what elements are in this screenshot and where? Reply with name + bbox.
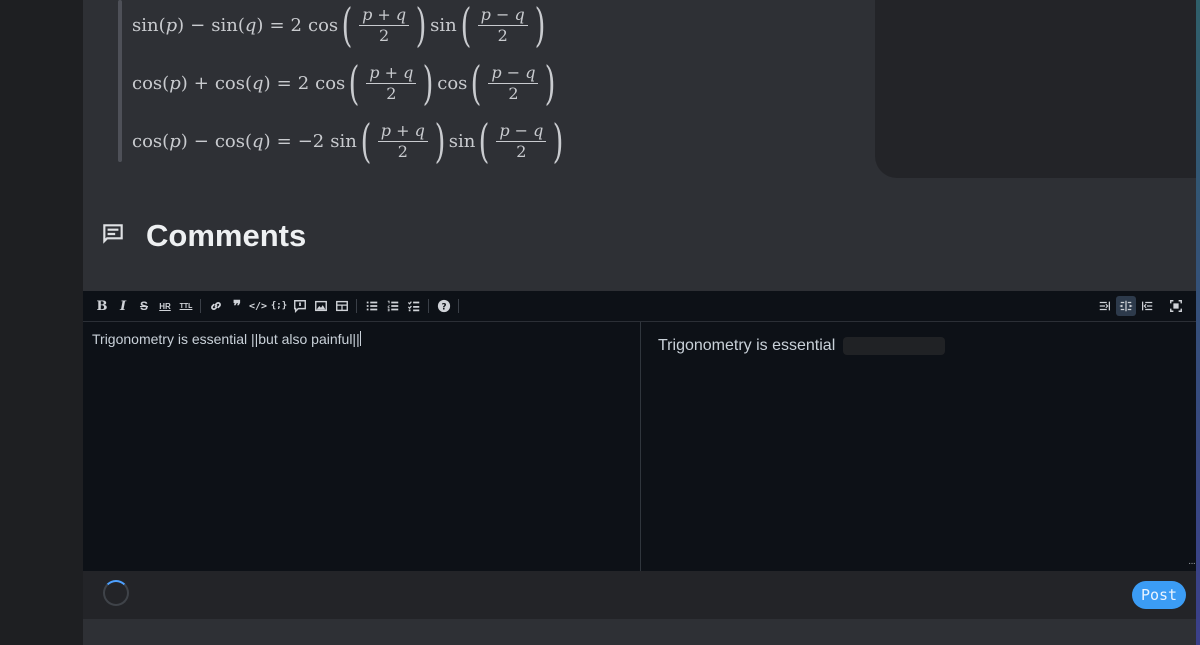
svg-text:?: ?	[441, 303, 446, 313]
comments-title: Comments	[146, 218, 307, 253]
editor-source-pane[interactable]: Trigonometry is essential ||but also pai…	[83, 322, 639, 571]
italic-button[interactable]: I	[113, 296, 133, 316]
blockquote-bar	[118, 0, 122, 162]
text-cursor	[359, 331, 361, 346]
formula-sin-difference: sin(p) − sin(q) = 2 cos (p + q 2) sin (p − q2…	[132, 0, 546, 52]
strikethrough-button[interactable]: S	[134, 296, 154, 316]
loading-spinner	[103, 580, 129, 606]
bullet-list-icon	[366, 301, 378, 311]
image-icon	[315, 300, 327, 312]
toolbar-divider	[200, 299, 201, 313]
side-card	[875, 0, 1200, 178]
resize-handle[interactable]: ···	[1188, 558, 1196, 569]
editor-toolbar: B I S HR TTL ❞ </> {;} ?	[83, 291, 1196, 322]
toolbar-divider	[356, 299, 357, 313]
code-block-button[interactable]: {;}	[269, 296, 289, 316]
horizontal-rule-button[interactable]: HR	[155, 296, 175, 316]
link-icon	[211, 302, 221, 310]
editor-only-button[interactable]	[1095, 296, 1115, 316]
preview-only-icon	[1142, 301, 1153, 311]
page-below	[83, 619, 1196, 645]
formula-cos-sum: cos(p) + cos(q) = 2 cos (p + q 2) cos (p − q2…	[132, 56, 556, 110]
image-button[interactable]	[311, 296, 331, 316]
quote-button[interactable]: ❞	[227, 296, 247, 316]
speech-bubble-icon	[294, 300, 306, 313]
bold-button[interactable]: B	[92, 296, 112, 316]
fullscreen-button[interactable]	[1166, 296, 1186, 316]
view-mode-group	[1094, 296, 1186, 316]
comments-header: Comments	[100, 214, 306, 258]
post-button[interactable]: Post	[1132, 581, 1186, 609]
editor-preview-pane: Trigonometry is essential ···	[640, 322, 1197, 571]
spoiler-block[interactable]	[843, 337, 946, 355]
split-view-icon	[1119, 300, 1133, 312]
comment-icon	[100, 221, 126, 252]
link-button[interactable]	[206, 296, 226, 316]
editor-only-icon	[1099, 301, 1110, 311]
ordered-list-button[interactable]	[383, 296, 403, 316]
table-icon	[336, 300, 348, 312]
comment-button[interactable]	[290, 296, 310, 316]
numbered-list-icon	[387, 300, 399, 312]
comment-textarea[interactable]: Trigonometry is essential ||but also pai…	[92, 331, 361, 347]
check-list-button[interactable]	[404, 296, 424, 316]
formula-cos-difference: cos(p) − cos(q) = −2 sin (p + q 2) sin (p − q…	[132, 114, 564, 168]
preview-text: Trigonometry is essential	[658, 337, 836, 354]
unordered-list-button[interactable]	[362, 296, 382, 316]
code-button[interactable]: </>	[248, 296, 268, 316]
preview-content: Trigonometry is essential	[658, 337, 946, 355]
fullscreen-icon	[1170, 300, 1182, 312]
checklist-icon	[407, 301, 420, 312]
help-icon: ?	[437, 299, 451, 313]
toolbar-divider	[458, 299, 459, 313]
comment-footer: Post	[83, 571, 1196, 619]
comment-editor: B I S HR TTL ❞ </> {;} ? Trigonometry is…	[83, 291, 1196, 571]
split-view-button[interactable]	[1116, 296, 1136, 316]
title-button[interactable]: TTL	[176, 296, 196, 316]
toolbar-divider	[428, 299, 429, 313]
left-sidebar	[0, 0, 83, 645]
table-button[interactable]	[332, 296, 352, 316]
help-button[interactable]: ?	[434, 296, 454, 316]
source-text: Trigonometry is essential ||but also pai…	[92, 331, 360, 347]
preview-only-button[interactable]	[1137, 296, 1157, 316]
